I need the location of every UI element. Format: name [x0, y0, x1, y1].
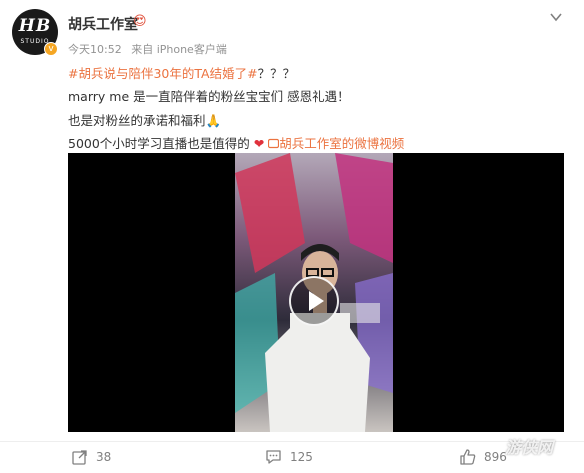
- post-source: 来自 iPhone客户端: [131, 43, 227, 56]
- weibo-post-card: HB STUDIO v 胡兵工作室 😍 今天10:52 来自 iPhone客户端…: [0, 0, 584, 473]
- play-button-icon[interactable]: [289, 276, 339, 326]
- post-line-1: #胡兵说与陪伴30年的TA结婚了#？？？: [68, 63, 295, 82]
- video-link[interactable]: 胡兵工作室的微博视频: [268, 136, 404, 151]
- thumbs-up-icon: [460, 449, 476, 465]
- video-link-label: 胡兵工作室的微博视频: [279, 136, 405, 151]
- post-line-2: marry me 是一直陪伴着的粉丝宝宝们 感恩礼遇！: [68, 89, 350, 104]
- video-link-icon: [268, 138, 280, 149]
- watermark: 游侠网: [505, 438, 554, 457]
- like-count: 896: [484, 450, 507, 464]
- fire-emoji-icon: 😍: [133, 14, 147, 29]
- chevron-down-icon[interactable]: [549, 10, 563, 24]
- post-line-3: 也是对粉丝的承诺和福利🙏: [68, 113, 222, 128]
- like-button[interactable]: 896: [460, 449, 507, 465]
- share-button[interactable]: 38: [72, 449, 111, 465]
- hashtag-link[interactable]: #胡兵说与陪伴30年的TA结婚了#: [68, 66, 258, 81]
- username[interactable]: 胡兵工作室: [68, 14, 138, 34]
- heart-icon: ❤: [253, 136, 265, 151]
- post-line-4-text: 5000个小时学习直播也是值得的: [68, 136, 250, 151]
- divider: [0, 441, 584, 442]
- share-count: 38: [96, 450, 112, 464]
- post-meta: 今天10:52 来自 iPhone客户端: [68, 41, 233, 57]
- comment-button[interactable]: 125: [265, 449, 313, 465]
- comment-count: 125: [290, 450, 313, 464]
- avatar-logo: HB: [18, 16, 52, 36]
- comment-icon: [266, 450, 281, 464]
- post-time[interactable]: 今天10:52: [68, 43, 122, 56]
- video-player[interactable]: [68, 153, 564, 432]
- post-line-4: 5000个小时学习直播也是值得的 ❤ 胡兵工作室的微博视频: [68, 133, 404, 152]
- hashtag-suffix: ？？？: [257, 66, 296, 81]
- share-icon: [72, 450, 87, 465]
- verified-badge-icon: v: [44, 42, 58, 56]
